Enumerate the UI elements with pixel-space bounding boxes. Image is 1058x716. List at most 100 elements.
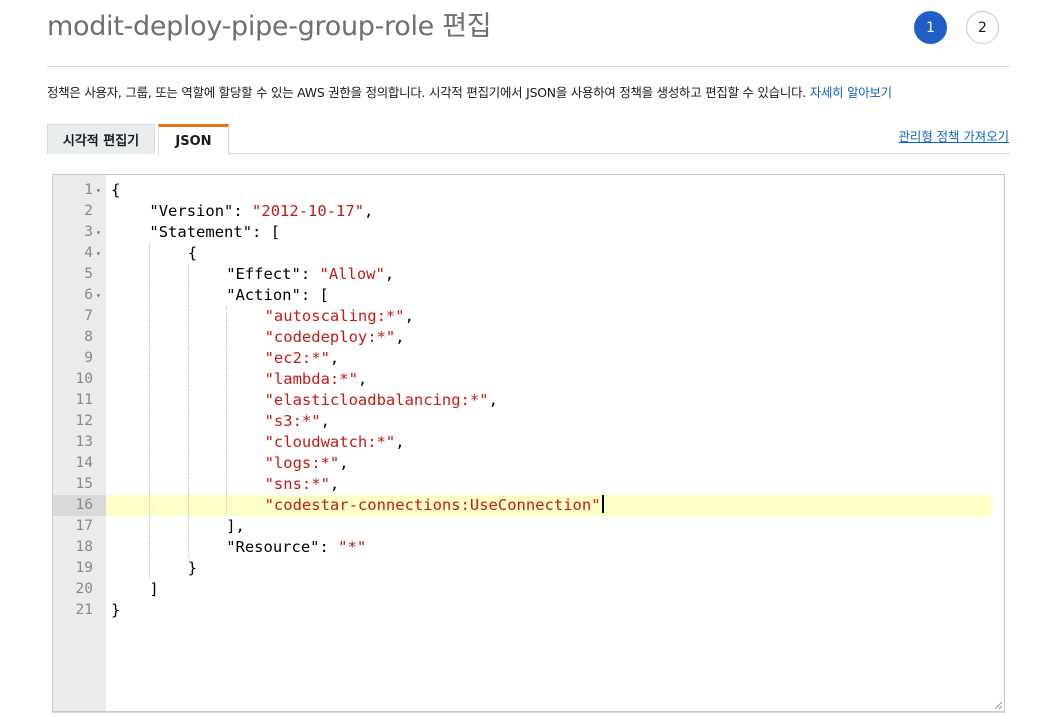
indent-guide (187, 495, 189, 516)
code-line-content: "Version": "2012-10-17", (106, 201, 992, 222)
line-number: 13 (75, 434, 93, 450)
indent-guide (149, 369, 151, 390)
code-line-content: "s3:*", (106, 411, 992, 432)
indent-guide (149, 453, 151, 474)
json-token: , (339, 454, 349, 472)
import-managed-policy-link[interactable]: 관리형 정책 가져오기 (899, 127, 1009, 145)
tab-json[interactable]: JSON (158, 124, 229, 155)
code-line-content: "codestar-connections:UseConnection" (106, 495, 992, 516)
code-line[interactable]: 11 "elasticloadbalancing:*", (53, 390, 1004, 411)
indent-guide (187, 453, 189, 474)
json-string-token: "Allow" (319, 265, 385, 283)
code-line-content: "cloudwatch:*", (106, 432, 992, 453)
indent-guide (187, 369, 189, 390)
json-string-token: "2012-10-17" (252, 202, 365, 220)
code-line-content: ] (106, 579, 992, 600)
code-line-content: "Action": [ (106, 285, 992, 306)
line-number: 9 (84, 350, 93, 366)
text-cursor (601, 495, 604, 513)
indent-guide (149, 285, 151, 306)
code-line-content: "sns:*", (106, 474, 992, 495)
indent-guide (149, 495, 151, 516)
indent-guide (187, 264, 189, 285)
code-line[interactable]: 3 ▾ "Statement": [ (53, 222, 1004, 243)
code-line[interactable]: 17], (53, 516, 1004, 537)
code-line[interactable]: 14 "logs:*", (53, 453, 1004, 474)
code-line[interactable]: 5 "Effect": "Allow", (53, 264, 1004, 285)
code-line[interactable]: 4 ▾{ (53, 243, 1004, 264)
code-line-content: "Resource": "*" (106, 537, 992, 558)
line-number: 18 (75, 539, 93, 555)
code-line[interactable]: 15 "sns:*", (53, 474, 1004, 495)
code-line[interactable]: 8 "codedeploy:*", (53, 327, 1004, 348)
json-string-token: "cloudwatch:*" (264, 433, 396, 451)
json-token: "Resource": (226, 538, 339, 556)
description-text: 정책은 사용자, 그룹, 또는 역할에 할당할 수 있는 AWS 권한을 정의합… (47, 85, 810, 100)
code-line[interactable]: 12 "s3:*", (53, 411, 1004, 432)
indent-guide (149, 390, 151, 411)
fold-toggle-icon[interactable]: ▾ (96, 180, 104, 201)
indent-guide (187, 411, 189, 432)
learn-more-link[interactable]: 자세히 알아보기 (810, 85, 892, 100)
json-token: "Version": (149, 202, 253, 220)
json-token: , (404, 307, 414, 325)
json-token: , (488, 391, 498, 409)
line-number: 2 (84, 203, 93, 219)
indent-guide (187, 348, 189, 369)
json-string-token: "codestar-connections:UseConnection" (264, 496, 601, 514)
line-number: 14 (75, 455, 93, 471)
indent-guide (149, 411, 151, 432)
json-token: ], (226, 517, 245, 535)
line-number: 11 (75, 392, 93, 408)
indent-guide (226, 432, 228, 453)
code-line-content: "Effect": "Allow", (106, 264, 992, 285)
indent-guide (226, 495, 228, 516)
page-title: modit-deploy-pipe-group-role 편집 (47, 11, 492, 42)
tab-visual-editor[interactable]: 시각적 편집기 (47, 124, 155, 154)
step-2-indicator: 2 (966, 11, 999, 44)
indent-guide (187, 390, 189, 411)
indent-guide (226, 306, 228, 327)
indent-guide (187, 285, 189, 306)
code-line[interactable]: 20] (53, 579, 1004, 600)
fold-toggle-icon[interactable]: ▾ (96, 243, 104, 264)
line-number: 10 (75, 371, 93, 387)
line-number: 5 (84, 266, 93, 282)
code-line[interactable]: 10 "lambda:*", (53, 369, 1004, 390)
json-policy-editor[interactable]: 1 ▾{2 "Version": "2012-10-17", 3 ▾ "Statement… (52, 174, 1005, 712)
indent-guide (149, 474, 151, 495)
indent-guide (149, 243, 151, 264)
indent-guide (226, 327, 228, 348)
indent-guide (187, 474, 189, 495)
code-line[interactable]: 13 "cloudwatch:*", (53, 432, 1004, 453)
code-line-content: "elasticloadbalancing:*", (106, 390, 992, 411)
code-line[interactable]: 9 "ec2:*", (53, 348, 1004, 369)
code-line[interactable]: 1 ▾{ (53, 180, 1004, 201)
editor-bottom-border (52, 712, 1005, 713)
code-line-content: "codedeploy:*", (106, 327, 992, 348)
code-line[interactable]: 21} (53, 600, 1004, 621)
fold-toggle-icon[interactable]: ▾ (96, 222, 104, 243)
code-line-content: "autoscaling:*", (106, 306, 992, 327)
code-line[interactable]: 16 "codestar-connections:UseConnection" (53, 495, 1004, 516)
code-line[interactable]: 2 "Version": "2012-10-17", (53, 201, 1004, 222)
fold-toggle-icon[interactable]: ▾ (96, 285, 104, 306)
indent-guide (149, 327, 151, 348)
indent-guide (226, 348, 228, 369)
json-string-token: "ec2:*" (264, 349, 330, 367)
json-token: , (357, 370, 368, 388)
indent-guide (149, 264, 151, 285)
json-token: , (329, 349, 340, 367)
json-string-token: "logs:*" (264, 454, 340, 472)
code-line[interactable]: 19} (53, 558, 1004, 579)
resize-handle-icon[interactable] (993, 700, 1003, 710)
indent-guide (149, 558, 151, 579)
code-line[interactable]: 7 "autoscaling:*", (53, 306, 1004, 327)
line-number: 20 (75, 581, 93, 597)
indent-guide (187, 516, 189, 537)
indent-guide (226, 474, 228, 495)
json-token: { (111, 181, 121, 199)
indent-guide (149, 432, 151, 453)
code-line[interactable]: 6 ▾ "Action": [ (53, 285, 1004, 306)
code-line[interactable]: 18 "Resource": "*" (53, 537, 1004, 558)
